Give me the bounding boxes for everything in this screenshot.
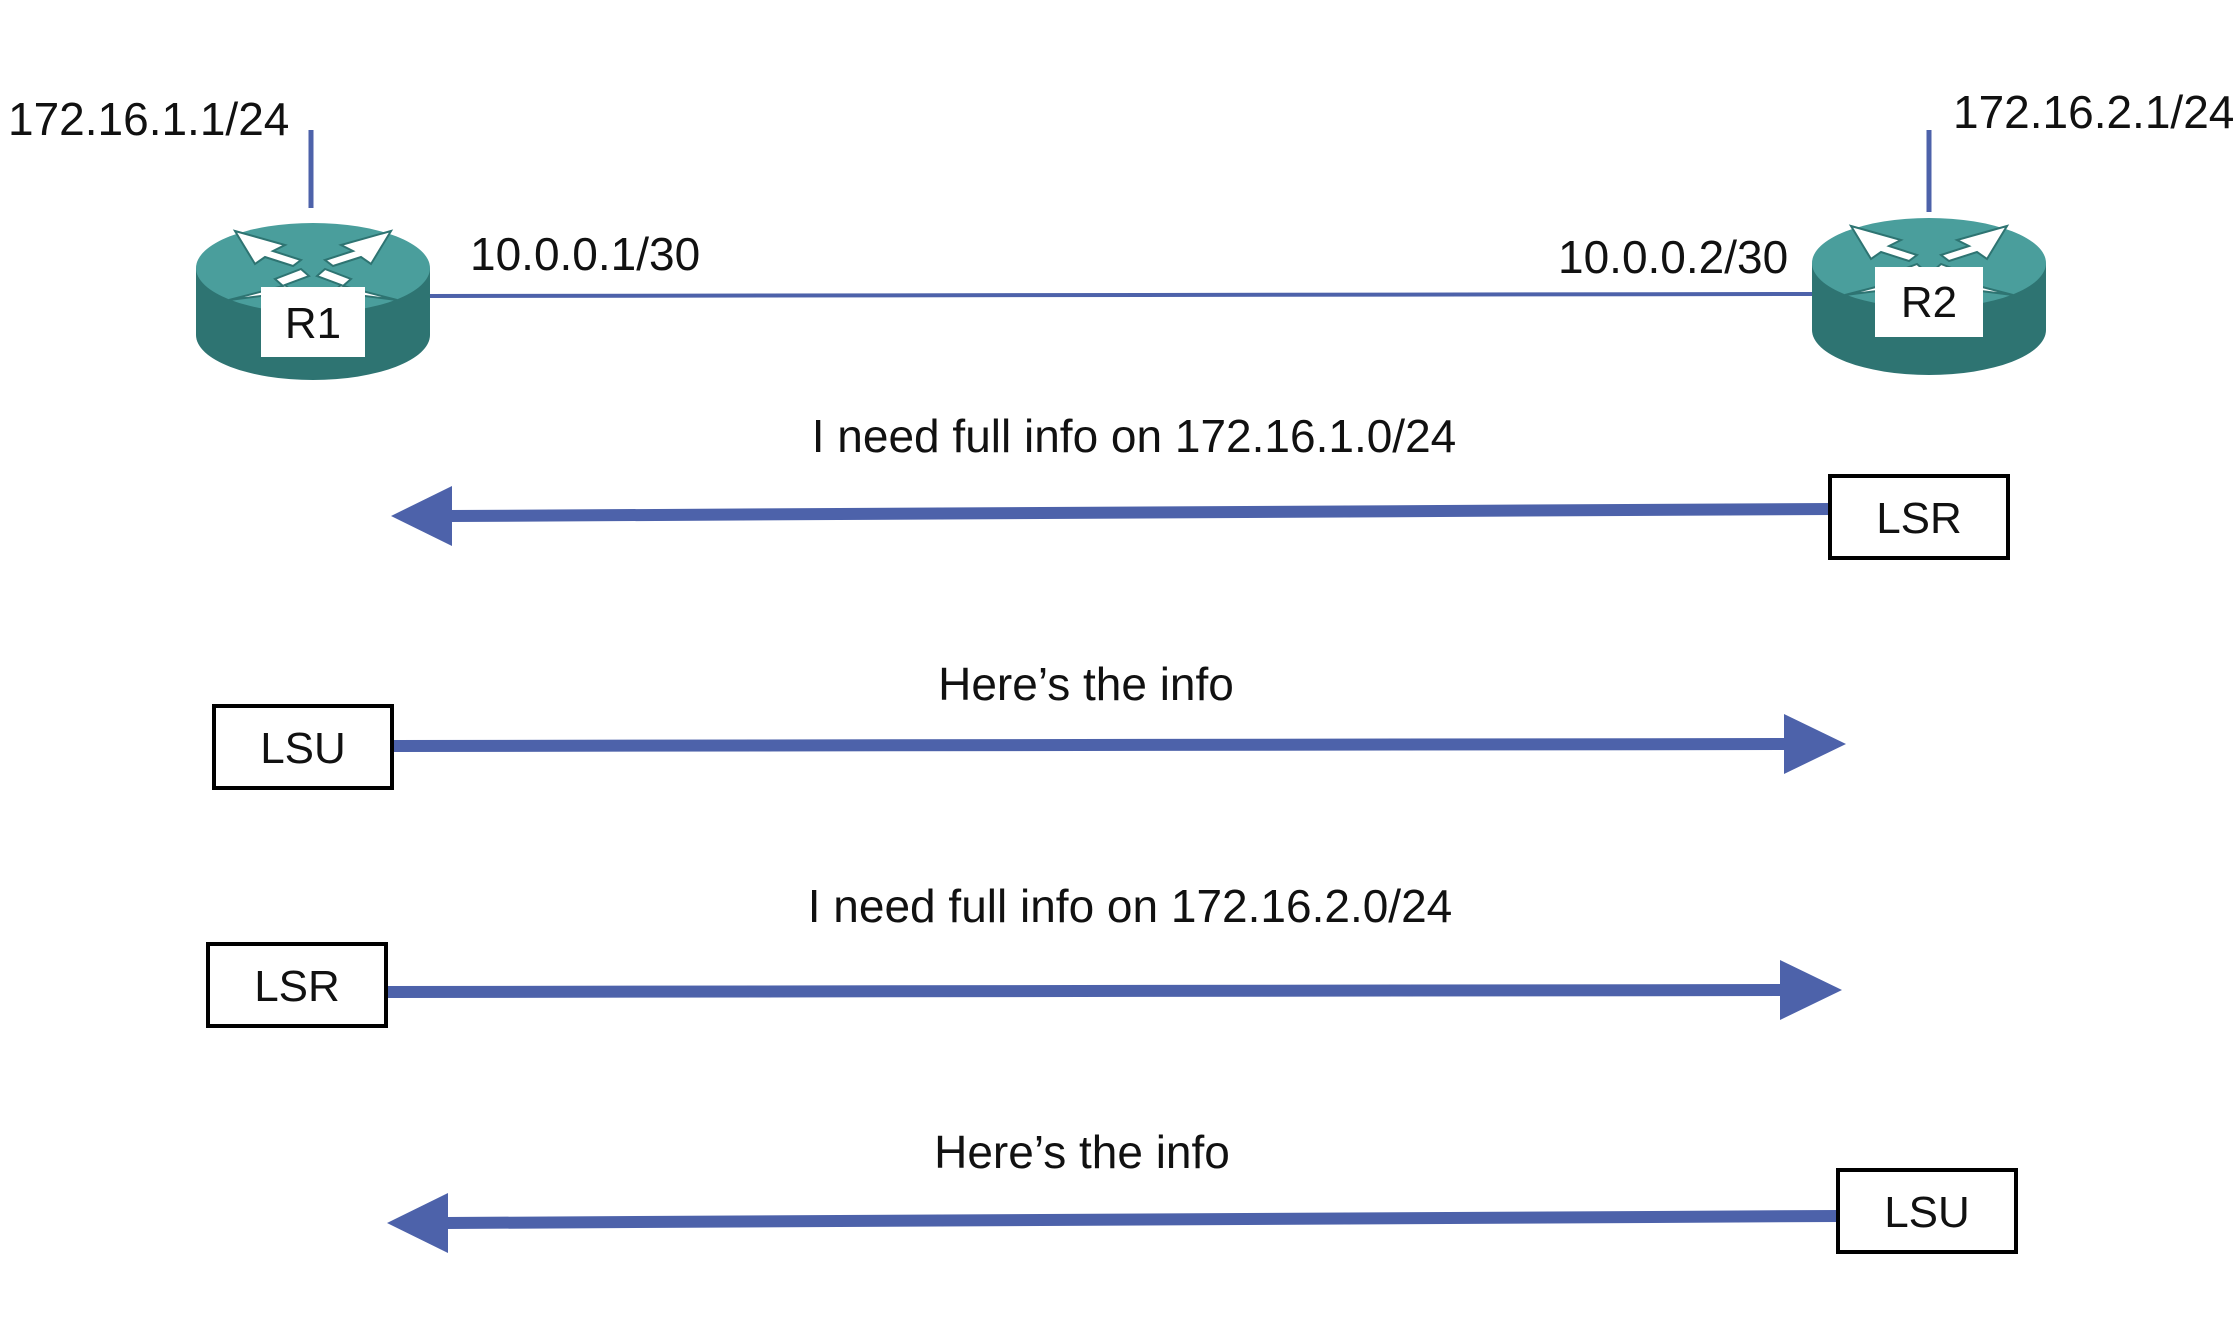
arrow-left-icon xyxy=(387,1193,448,1253)
r1-link-address: 10.0.0.1/30 xyxy=(470,228,700,280)
router-r2[interactable]: R2 xyxy=(1812,218,2046,375)
router-r1[interactable]: R1 xyxy=(196,223,430,380)
message-2-arrow-line xyxy=(393,738,1789,752)
r1-lan-address: 172.16.1.1/24 xyxy=(8,93,289,145)
arrow-left-icon xyxy=(391,486,452,546)
r2-lan-address: 172.16.2.1/24 xyxy=(1953,86,2234,138)
r1-r2-link xyxy=(429,292,1813,298)
ospf-exchange-diagram: R1 R2 172.16.1.1/24 172.16.2.1/24 10.0.0… xyxy=(8,86,2234,1254)
message-2: Here’s the info LSU xyxy=(212,658,1846,790)
router-r2-name: R2 xyxy=(1901,278,1957,327)
message-1-arrow-line xyxy=(449,503,1833,522)
message-2-packet: LSU xyxy=(260,724,346,773)
r2-link-address: 10.0.0.2/30 xyxy=(1558,231,1788,283)
message-3-text: I need full info on 172.16.2.0/24 xyxy=(808,880,1453,932)
message-1-text: I need full info on 172.16.1.0/24 xyxy=(812,410,1457,462)
message-4-arrow-line xyxy=(445,1210,1841,1229)
message-4-text: Here’s the info xyxy=(934,1126,1230,1178)
message-3-arrow-line xyxy=(387,984,1785,998)
arrow-right-icon xyxy=(1784,714,1846,774)
arrow-right-icon xyxy=(1780,960,1842,1020)
message-1: I need full info on 172.16.1.0/24 LSR xyxy=(391,410,2010,560)
message-3: I need full info on 172.16.2.0/24 LSR xyxy=(206,880,1842,1028)
message-2-text: Here’s the info xyxy=(938,658,1234,710)
router-r1-name: R1 xyxy=(285,299,341,348)
message-4-packet: LSU xyxy=(1884,1188,1970,1237)
message-4: Here’s the info LSU xyxy=(387,1126,2018,1254)
message-1-packet: LSR xyxy=(1876,494,1962,543)
message-3-packet: LSR xyxy=(254,962,340,1011)
